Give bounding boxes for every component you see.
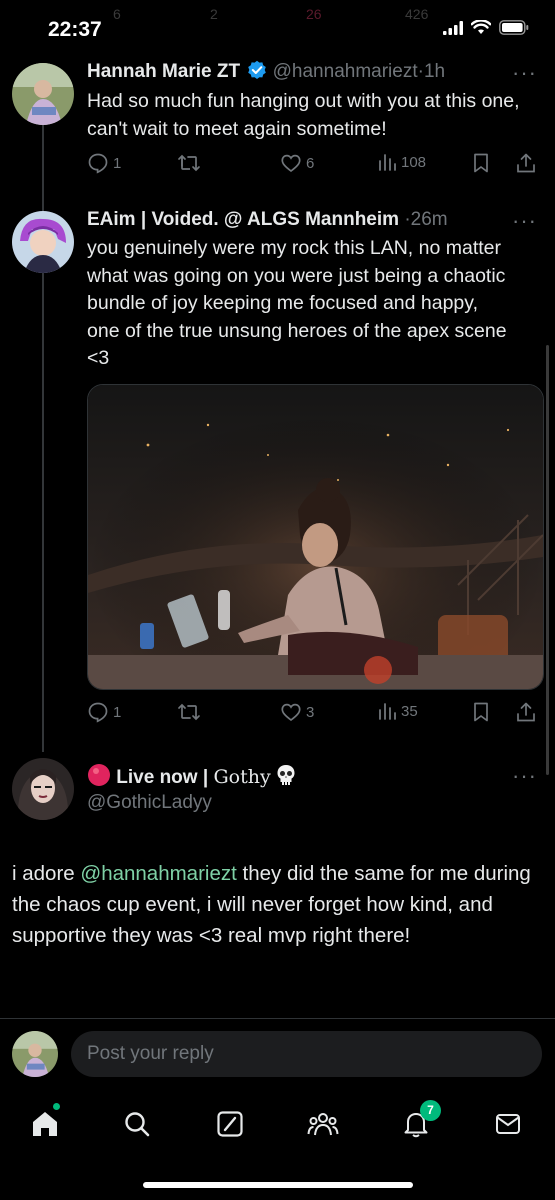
tweet-text: you genuinely were my rock this LAN, no … (87, 237, 507, 369)
ghost-repost-count: 2 (210, 6, 218, 22)
repost-button[interactable] (177, 701, 205, 723)
reply-input[interactable]: Post your reply (71, 1031, 542, 1077)
view-count: 35 (401, 702, 418, 720)
verified-badge-icon (247, 60, 267, 80)
avatar-hannah[interactable] (12, 63, 74, 125)
cellular-signal-icon (443, 20, 463, 35)
like-count: 6 (306, 154, 315, 172)
tweet-text: Had so much fun hanging out with you at … (87, 90, 520, 140)
heart-icon (280, 701, 302, 723)
repost-icon (177, 701, 201, 723)
reply-placeholder: Post your reply (87, 1043, 214, 1064)
more-options-icon[interactable]: ··· (512, 763, 537, 789)
view-count: 108 (401, 153, 427, 171)
tweet-time[interactable]: 1h (424, 61, 445, 82)
wifi-icon (471, 20, 491, 35)
reply-count: 1 (113, 154, 122, 172)
tweet-actions: 1 3 35 (87, 701, 537, 727)
communities-icon[interactable] (303, 1104, 343, 1144)
bottom-navigation (0, 1098, 555, 1150)
tweet-time[interactable]: 26m (411, 209, 448, 230)
author-handle[interactable]: @GothicLadyy (87, 791, 212, 815)
repost-button[interactable] (177, 152, 205, 174)
avatar-gothy[interactable] (12, 758, 74, 820)
live-indicator-icon (87, 763, 111, 787)
reply-button[interactable]: 1 (87, 701, 121, 723)
battery-icon (499, 20, 529, 35)
views-icon (377, 152, 397, 172)
live-now-label[interactable]: Live now (116, 767, 197, 788)
mention-link[interactable]: @hannahmariezt (80, 862, 236, 885)
views-button[interactable]: 35 (377, 701, 418, 721)
messages-icon[interactable] (488, 1104, 528, 1144)
scrollbar[interactable] (546, 345, 549, 775)
author-name[interactable]: Gothy (213, 766, 270, 788)
like-button[interactable]: 6 (280, 152, 314, 174)
like-button[interactable]: 3 (280, 701, 314, 723)
reply-icon (87, 701, 109, 723)
ghost-view-count: 426 (405, 6, 429, 22)
ghost-reply-count: 6 (113, 6, 121, 22)
ghost-like-count: 26 (306, 6, 322, 22)
author-handle[interactable]: @hannahmariezt (273, 61, 418, 82)
share-button[interactable] (515, 152, 537, 174)
bookmark-icon (471, 701, 491, 723)
heart-icon (280, 152, 302, 174)
author-name[interactable]: Hannah Marie ZT (87, 61, 240, 82)
my-avatar[interactable] (12, 1031, 58, 1077)
tweet-text: i adore @hannahmariezt they did the same… (12, 858, 542, 951)
status-time: 22:37 (48, 18, 102, 41)
grok-icon[interactable] (210, 1104, 250, 1144)
bookmark-button[interactable] (471, 152, 491, 174)
name-separator: | (202, 767, 209, 788)
tweet-actions: 1 6 108 (87, 152, 537, 178)
skull-icon (276, 764, 296, 786)
bookmark-icon (471, 152, 491, 174)
more-options-icon[interactable]: ··· (512, 208, 537, 234)
reply-divider (0, 1018, 555, 1019)
share-icon (515, 152, 537, 174)
author-name[interactable]: EAim | Voided. @ ALGS Mannheim (87, 209, 399, 230)
home-icon[interactable] (25, 1104, 65, 1144)
bookmark-button[interactable] (471, 701, 491, 723)
avatar-eaim[interactable] (12, 211, 74, 273)
like-count: 3 (306, 703, 315, 721)
views-icon (377, 701, 397, 721)
tweet-photo[interactable] (87, 384, 544, 690)
search-icon[interactable] (117, 1104, 157, 1144)
share-button[interactable] (515, 701, 537, 723)
repost-icon (177, 152, 201, 174)
views-button[interactable]: 108 (377, 152, 426, 172)
reply-count: 1 (113, 703, 122, 721)
more-options-icon[interactable]: ··· (512, 60, 537, 86)
home-unread-dot (53, 1103, 60, 1110)
home-indicator[interactable] (143, 1182, 413, 1188)
reply-button[interactable]: 1 (87, 152, 121, 174)
reply-icon (87, 152, 109, 174)
tweet-text-start: i adore (12, 862, 81, 885)
notification-badge: 7 (420, 1100, 441, 1121)
status-bar: 6 2 26 426 22:37 (0, 0, 555, 62)
share-icon (515, 701, 537, 723)
